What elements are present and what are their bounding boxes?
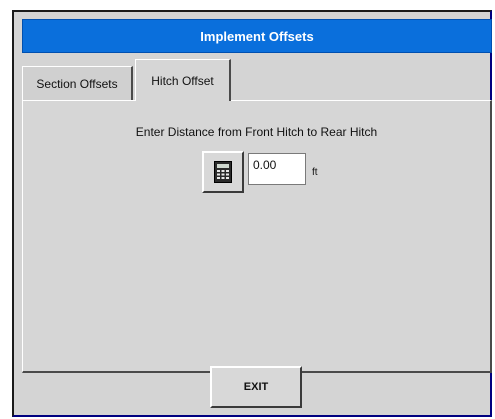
- window-title: Implement Offsets: [22, 19, 492, 53]
- calculator-icon: [214, 161, 232, 183]
- calculator-button[interactable]: [202, 151, 244, 193]
- exit-button[interactable]: EXIT: [210, 366, 302, 408]
- hitch-distance-prompt: Enter Distance from Front Hitch to Rear …: [135, 125, 378, 139]
- distance-unit-label: ft: [312, 167, 318, 178]
- hitch-distance-input[interactable]: [248, 153, 306, 185]
- tab-hitch-offset[interactable]: Hitch Offset: [135, 59, 231, 101]
- hitch-offset-panel: Enter Distance from Front Hitch to Rear …: [22, 100, 492, 373]
- implement-offsets-window: Implement Offsets Section Offsets Hitch …: [12, 10, 492, 417]
- tab-section-offsets[interactable]: Section Offsets: [22, 66, 133, 101]
